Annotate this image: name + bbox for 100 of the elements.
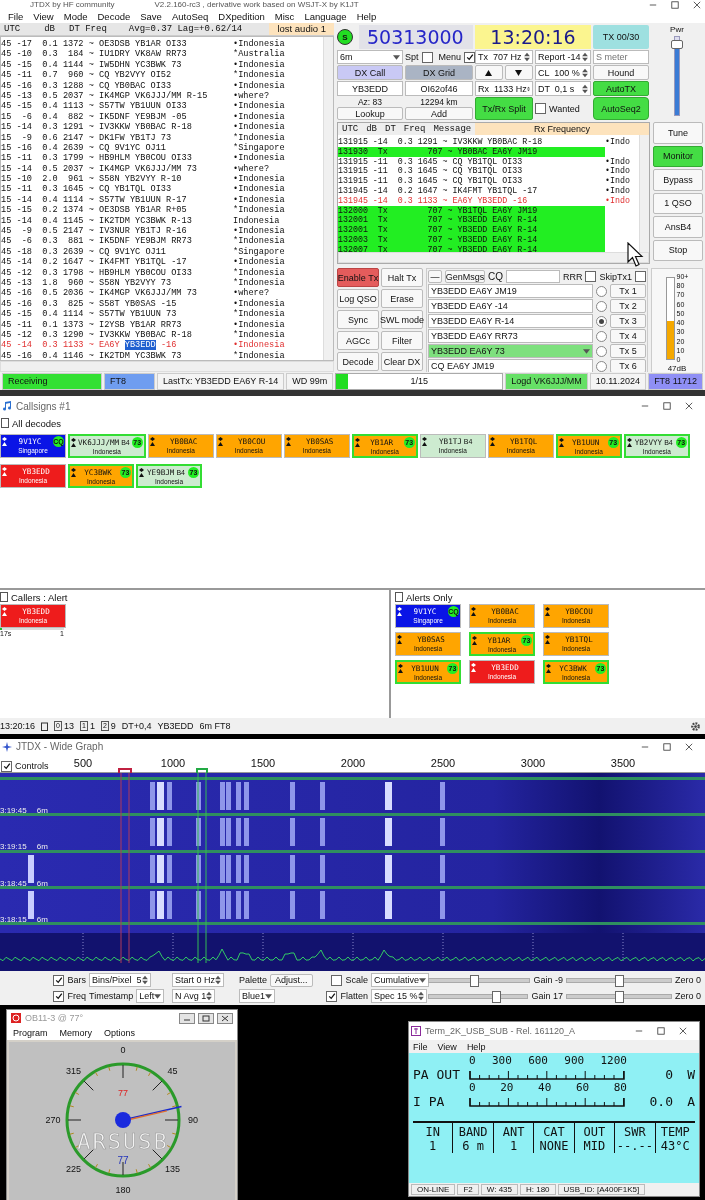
menu-item[interactable]: Help [356,11,377,22]
message-field[interactable]: YB3EDD EA6Y -14 [428,299,593,313]
decode-text[interactable]: 15 -6 0.4 882 ~ IK5DNF YE9BJM -05 [1,111,233,123]
decode-text[interactable]: 45 -16 0.4 1146 ~ IK2TDM YC3BWK 73 [1,350,233,362]
menu-item[interactable]: View [33,11,54,22]
radio-button[interactable] [596,330,607,342]
settings-icon[interactable] [690,720,701,732]
dx-call-button[interactable]: DX Call [337,65,403,80]
checkbox[interactable] [331,974,343,986]
decode-text[interactable]: 15 -11 0.3 1645 ~ CQ YB1TQL OI33 [1,184,233,195]
spin-box[interactable]: Bins/Pixel 5 [89,973,151,987]
decode-text[interactable]: 131930 Tx 707 ~ YB0BAC EA6Y JM19 [338,146,605,157]
spin-box[interactable]: Rx 1133 Hz [475,81,533,96]
menu-item[interactable]: Memory [59,1028,93,1038]
decode-text[interactable]: 45 -11 0.1 1373 ~ I2YSB YB1AR RR73 [1,319,233,330]
checkbox[interactable] [326,990,338,1002]
checkbox[interactable] [421,51,433,63]
dx-grid-button[interactable]: DX Grid [405,65,473,80]
up-button[interactable] [475,65,503,80]
control-button[interactable]: Enable Tx [337,268,379,287]
decode-text[interactable]: 131945 -14 0.3 1133 ~ EA6Y YB3EDD -16 [338,195,605,206]
decode-text[interactable]: 45 -15 0.4 1113 ~ S57TW YB1UUN OI33 [1,101,233,112]
slider-thumb[interactable] [470,974,480,987]
decode-text[interactable]: 15 -14 0.3 1291 ~ IV3KKW YB0BAC R-18 [1,122,233,133]
dropdown[interactable]: 6m [337,50,403,64]
menu-item[interactable]: Language [304,11,347,22]
dx-grid-field[interactable]: OI62of46 [405,81,473,96]
tx-button[interactable]: Tx 2 [610,299,646,313]
close-icon[interactable] [685,742,693,751]
message-field[interactable]: YB3EDD EA6Y RR73 [428,329,593,343]
control-button[interactable]: AGCc [337,331,379,350]
maximize-icon[interactable] [671,1,679,9]
decode-text[interactable]: 45 -9 0.5 2147 ~ IV3NUR YB1TJ R-16 [1,226,233,237]
dropdown[interactable]: Blue1 [239,989,276,1003]
dropdown[interactable]: Left [136,989,165,1003]
scrollbar[interactable] [0,361,334,372]
tx-button[interactable]: Tx 3 [610,314,646,328]
split-button[interactable]: Tx/Rx Split [475,97,533,120]
message-dropdown[interactable]: YB3EDD EA6Y 73 [428,344,593,358]
control-button[interactable]: 1 QSO [653,192,703,214]
radio-button[interactable] [596,285,607,297]
close-icon[interactable] [693,1,701,9]
decode-text[interactable]: 45 -12 0.3 1798 ~ HB9HLM YB0COU OI33 [1,267,233,278]
control-button[interactable]: Stop [653,239,703,261]
spin-box[interactable]: Tx 707 Hz [475,50,533,64]
decode-text[interactable]: 45 -10 0.3 184 ~ IU1DRY VK8AW RR73 [1,49,233,60]
decode-text[interactable]: 45 -15 0.4 1144 ~ IW5DHN YC3BWK 73 [1,59,233,71]
control-button[interactable]: Erase [381,289,423,308]
scrollbar[interactable] [639,135,649,252]
slider-track[interactable] [674,36,680,116]
decode-text[interactable]: 132001 Tx 707 ~ YB3EDD EA6Y R-14 [338,215,605,226]
control-button[interactable]: Monitor [653,145,703,167]
decode-text[interactable]: 45 -16 0.3 825 ~ S58T YB0SAS -15 [1,298,233,310]
lookup-button[interactable]: Lookup [337,107,403,120]
menu-item[interactable]: Program [13,1028,48,1038]
message-field[interactable]: CQ EA6Y JM19 [428,359,593,373]
tx-button[interactable]: Tx 6 [610,359,646,373]
decode-text[interactable]: 45 -17 0.1 1372 ~ OE3DSB YB1AR OI33 [1,39,233,50]
gen-msgs-button[interactable]: GenMsgs [445,270,485,283]
decode-text[interactable]: 131915 -14 0.3 1291 ~ IV3KKW YB0BAC R-18 [338,137,605,147]
close-icon[interactable] [679,1027,687,1035]
rx-marker-icon[interactable] [196,767,208,774]
filter-label[interactable]: All decodes [12,417,62,429]
decode-text[interactable]: 132001 Tx 707 ~ YB3EDD EA6Y R-14 [338,225,605,235]
decode-text[interactable]: 15 -14 0.4 1145 ~ IK2TDM YC3BWK R-13 [1,215,233,227]
cq-field[interactable] [506,270,560,283]
menu-item[interactable]: Decode [97,11,131,22]
decode-text[interactable]: 131915 -11 0.3 1645 ~ CQ YB1TQL OI33 [338,166,605,177]
checkbox[interactable] [635,271,646,282]
radio-button[interactable] [596,300,607,312]
decode-text[interactable]: 15 -11 0.3 1799 ~ HB9HLM YB0COU OI33 [1,153,233,164]
decode-text[interactable]: 45 -15 0.4 1114 ~ S57TW YB1UUN 73 [1,309,233,320]
dx-call-field[interactable]: YB3EDD [337,81,403,96]
tx-button[interactable]: Tx 4 [610,329,646,343]
control-button[interactable]: SWL mode [381,310,423,329]
decode-text[interactable]: 45 -14 0.3 1133 ~ EA6Y YB3EDD -16 [1,340,233,351]
decode-text[interactable]: 15 -9 0.6 2147 ~ DK1FW YB1TJ 73 [1,132,233,143]
maximize-icon[interactable] [657,1027,665,1035]
tx-marker-icon[interactable] [118,767,132,774]
decode-text[interactable]: 132000 Tx 707 ~ YB1TQL EA6Y JM19 [338,205,605,216]
decode-text[interactable]: 15 -10 2.0 961 ~ S58N YB2VYY R-10 [1,174,233,185]
menu-item[interactable]: File [413,1041,428,1052]
menu-item[interactable]: View [437,1041,457,1052]
tx-button[interactable]: Tx 1 [610,284,646,298]
control-button[interactable]: Sync [337,310,379,329]
decode-text[interactable]: 131945 -14 0.2 1647 ~ IK4FMT YB1TQL -17 [338,186,605,196]
menu-item[interactable]: Save [140,11,162,22]
checkbox[interactable] [1,760,12,772]
control-button[interactable]: Bypass [653,169,703,191]
message-field[interactable]: YB3EDD EA6Y JM19 [428,284,593,298]
checkbox[interactable] [464,51,475,63]
spin-box[interactable]: Spec 15 % [371,989,427,1003]
decode-text[interactable]: 45 -6 0.3 881 ~ IK5DNF YE9BJM RR73 [1,236,233,247]
menu-item[interactable]: AutoSeq [171,11,209,22]
decode-text[interactable]: 45 -12 0.3 1290 ~ IV3KKW YB0BAC R-18 [1,329,233,341]
radio-button[interactable] [596,315,607,327]
spin-box[interactable]: N Avg 1 [172,989,216,1003]
maximize-icon[interactable] [663,402,671,410]
minimize-icon[interactable] [179,1012,195,1024]
decode-text[interactable]: 15 -15 0.2 1374 ~ OE3DSB YB1AR R+05 [1,205,233,216]
